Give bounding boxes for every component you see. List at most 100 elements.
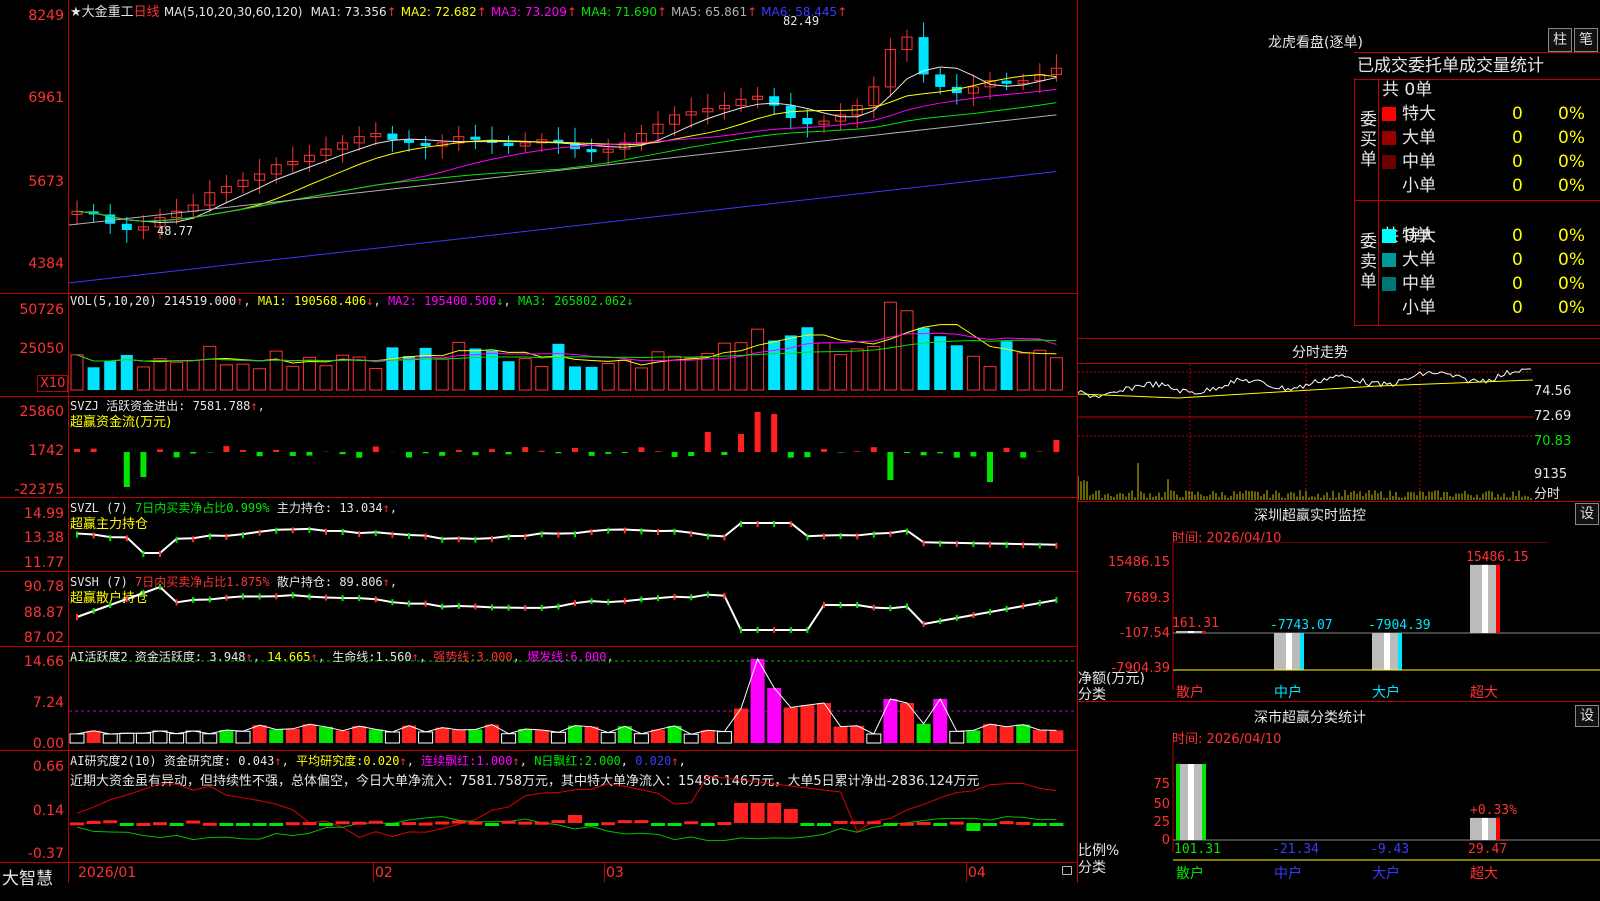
money-flow-bar <box>921 452 927 455</box>
main-chart-area[interactable]: ★大金重工日线 MA(5,10,20,30,60,120) MA1: 73.35… <box>0 0 1078 883</box>
money-flow-bar <box>190 452 196 454</box>
volume-bar <box>453 342 465 390</box>
money-flow-bar <box>555 452 561 453</box>
bar-value-label: -7904.39 <box>1368 618 1431 633</box>
research-bar <box>1049 823 1063 826</box>
color-swatch-icon <box>1382 229 1396 243</box>
monitor-settings-button[interactable]: 设 <box>1575 503 1599 525</box>
volume-bar <box>569 366 581 390</box>
color-swatch-icon <box>1382 179 1396 193</box>
research-bar <box>717 822 731 825</box>
activity-bar <box>1049 730 1063 743</box>
volume-bar <box>220 365 232 390</box>
divider-xaxis <box>0 862 1078 863</box>
category-label: 散户 <box>1176 684 1204 701</box>
activity-bar <box>950 731 964 743</box>
money-flow-bar <box>838 452 844 453</box>
activity-bar <box>186 731 200 743</box>
money-flow-bar <box>373 446 379 452</box>
activity-bar <box>502 734 516 743</box>
activity-bar <box>385 732 399 743</box>
activity-bar <box>219 730 233 743</box>
monitor-bar-chart[interactable]: 15486.157689.3-107.54-7904.39161.31散户-77… <box>1078 542 1600 702</box>
order-row: 中单00% <box>1382 272 1600 296</box>
ai-research-y-tick-2: 0.14 <box>0 803 64 819</box>
intraday-chart[interactable] <box>1078 364 1534 502</box>
research-bar <box>70 822 84 825</box>
volume-bar <box>1034 350 1046 390</box>
bar-edge <box>1202 631 1206 633</box>
svzl-line-chart[interactable] <box>69 498 1077 571</box>
volume-bar <box>918 328 930 390</box>
activity-bar <box>153 731 167 743</box>
research-bar <box>485 823 499 826</box>
volume-bar <box>154 359 166 390</box>
tick-view-button[interactable]: 笔 <box>1574 28 1598 52</box>
volume-bar <box>1017 353 1029 390</box>
activity-bar <box>867 734 881 743</box>
activity-bar <box>518 729 532 743</box>
activity-bar <box>468 729 482 743</box>
ai-active-bar-chart[interactable] <box>69 647 1077 750</box>
money-flow-bar <box>423 452 429 453</box>
money-flow-bar <box>672 452 678 457</box>
volume-bar <box>552 344 564 390</box>
ai-research-chart[interactable] <box>69 751 1077 862</box>
bar-value-label: -9.43 <box>1370 842 1409 857</box>
research-bar <box>236 823 250 826</box>
lock-icon[interactable] <box>1062 866 1072 875</box>
money-flow-bar <box>306 452 312 456</box>
research-bar <box>568 815 582 823</box>
activity-bar <box>651 730 665 743</box>
volume-bar <box>984 367 996 390</box>
research-bar <box>136 823 150 826</box>
dragon-tiger-title: 龙虎看盘(逐单) <box>1268 32 1363 52</box>
activity-bar <box>253 725 267 743</box>
money-flow-bar <box>821 449 827 452</box>
category-label: 中户 <box>1274 684 1302 701</box>
price-candlestick-chart[interactable] <box>69 0 1077 293</box>
bar-view-button[interactable]: 柱 <box>1548 28 1572 52</box>
research-bar <box>767 803 781 823</box>
classify-bar-chart[interactable]: 7550250101.31散户-21.34中户-9.43大户29.47超大+0.… <box>1078 742 1600 901</box>
order-size-label: 小单 <box>1402 176 1436 196</box>
volume-bar <box>436 359 448 390</box>
volume-bar <box>669 356 681 390</box>
tab-orders[interactable]: 委托单 <box>1408 56 1459 76</box>
money-flow-bar <box>74 449 80 452</box>
order-size-label: 小单 <box>1402 298 1436 318</box>
research-bar <box>203 823 217 826</box>
color-swatch-icon <box>1382 155 1396 169</box>
ma3-line <box>77 89 1056 221</box>
order-count: 0 <box>1512 150 1523 174</box>
money-flow-bar <box>124 452 130 487</box>
tab-executed[interactable]: 已成交 <box>1354 56 1408 76</box>
low-price-label: 48.77 <box>157 224 193 238</box>
money-flow-bar <box>1004 448 1010 452</box>
activity-bar <box>452 730 466 743</box>
activity-bar <box>402 726 416 743</box>
intraday-y-tick-2: 72.69 <box>1534 409 1571 424</box>
money-flow-bar <box>539 451 545 452</box>
volume-bar <box>270 351 282 390</box>
svzj-bar-chart[interactable] <box>69 397 1077 497</box>
money-flow-bar <box>472 452 478 455</box>
money-flow-bar <box>804 452 810 457</box>
bar-2 <box>1274 633 1304 670</box>
intraday-price-line <box>1078 369 1531 398</box>
volume-bar <box>403 356 415 390</box>
research-bar <box>302 822 316 825</box>
research-bar <box>668 823 682 826</box>
y-tick-label: 25 <box>1153 815 1170 830</box>
volume-bar <box>71 355 83 390</box>
volume-bar-chart[interactable] <box>69 294 1077 396</box>
research-bar <box>402 822 416 825</box>
classify-settings-button[interactable]: 设 <box>1575 705 1599 727</box>
activity-bar <box>917 724 931 743</box>
tab-volume-stats[interactable]: 成交量统计 <box>1459 56 1544 76</box>
svsh-line-chart[interactable] <box>69 572 1077 646</box>
y-tick-label: 7689.3 <box>1125 591 1171 606</box>
research-bar <box>850 821 864 824</box>
research-bar <box>87 821 101 824</box>
research-green-line <box>77 817 1056 841</box>
